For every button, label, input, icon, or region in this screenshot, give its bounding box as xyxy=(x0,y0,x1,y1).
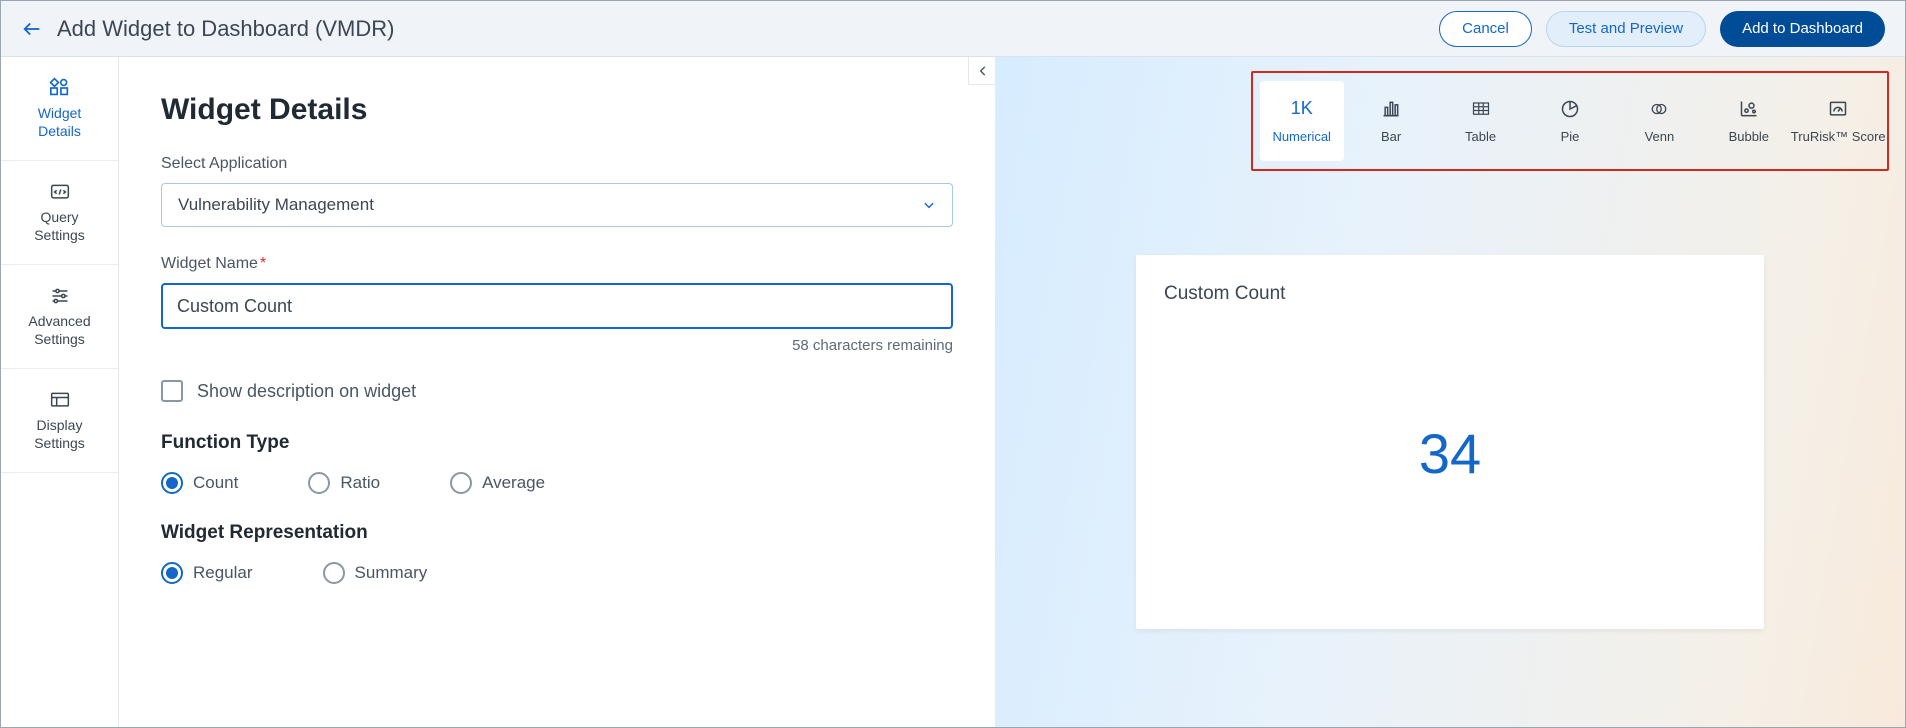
type-label: Numerical xyxy=(1272,129,1331,144)
radio-label: Ratio xyxy=(340,473,380,493)
main: Widget Details Query Settings Advanced S… xyxy=(1,57,1905,727)
widget-name-label-text: Widget Name xyxy=(161,255,258,272)
table-icon xyxy=(1469,99,1493,119)
radio-count[interactable]: Count xyxy=(161,472,238,494)
show-description-checkbox[interactable] xyxy=(161,380,183,402)
type-bubble[interactable]: Bubble xyxy=(1707,81,1791,161)
sidebar-item-display-settings[interactable]: Display Settings xyxy=(1,369,118,473)
show-description-row: Show description on widget xyxy=(161,380,953,402)
page-title: Add Widget to Dashboard (VMDR) xyxy=(57,16,394,42)
preview-card: Custom Count 34 xyxy=(1136,255,1764,629)
bar-chart-icon xyxy=(1379,99,1403,119)
sidebar-item-label: Advanced Settings xyxy=(28,313,90,348)
show-description-label: Show description on widget xyxy=(197,381,416,402)
preview-number-wrap: 34 xyxy=(1164,305,1736,601)
radio-label: Regular xyxy=(193,563,253,583)
select-application-dropdown[interactable]: Vulnerability Management xyxy=(161,183,953,227)
select-application-value: Vulnerability Management xyxy=(178,195,374,215)
add-to-dashboard-button[interactable]: Add to Dashboard xyxy=(1720,11,1885,47)
type-numerical[interactable]: 1K Numerical xyxy=(1260,81,1344,161)
type-label: Venn xyxy=(1645,129,1675,144)
cancel-button[interactable]: Cancel xyxy=(1439,11,1532,47)
widget-type-bar: 1K Numerical Bar Table xyxy=(1251,71,1889,171)
test-preview-button[interactable]: Test and Preview xyxy=(1546,11,1706,47)
radio-icon xyxy=(161,562,183,584)
function-type-heading: Function Type xyxy=(161,432,953,454)
radio-icon xyxy=(161,472,183,494)
bubble-chart-icon xyxy=(1737,99,1761,119)
header-bar: Add Widget to Dashboard (VMDR) Cancel Te… xyxy=(1,1,1905,57)
radio-average[interactable]: Average xyxy=(450,472,545,494)
sidebar-item-query-settings[interactable]: Query Settings xyxy=(1,161,118,265)
preview-number: 34 xyxy=(1419,421,1481,486)
collapse-handle[interactable] xyxy=(968,57,996,85)
gauge-icon xyxy=(1826,99,1850,119)
header-left: Add Widget to Dashboard (VMDR) xyxy=(21,16,394,42)
form-panel: Widget Details Select Application Vulner… xyxy=(119,57,995,727)
widget-name-input[interactable] xyxy=(161,283,953,329)
radio-icon xyxy=(308,472,330,494)
type-label: Bar xyxy=(1381,129,1401,144)
type-label: TruRisk™ Score xyxy=(1791,129,1886,144)
sidebar-item-label: Query Settings xyxy=(34,209,85,244)
form-title: Widget Details xyxy=(161,93,953,127)
required-star: * xyxy=(260,255,266,272)
radio-ratio[interactable]: Ratio xyxy=(308,472,380,494)
sliders-icon xyxy=(47,285,73,307)
type-bar[interactable]: Bar xyxy=(1349,81,1433,161)
type-label: Pie xyxy=(1561,129,1580,144)
radio-label: Summary xyxy=(355,563,428,583)
radio-summary[interactable]: Summary xyxy=(323,562,428,584)
preview-panel: 1K Numerical Bar Table xyxy=(995,57,1905,727)
venn-icon xyxy=(1647,99,1671,119)
preview-card-title: Custom Count xyxy=(1164,283,1736,305)
type-trurisk-score[interactable]: TruRisk™ Score xyxy=(1796,81,1880,161)
type-pie[interactable]: Pie xyxy=(1528,81,1612,161)
widget-representation-radios: Regular Summary xyxy=(161,562,953,584)
type-venn[interactable]: Venn xyxy=(1617,81,1701,161)
select-application-label: Select Application xyxy=(161,155,953,173)
code-icon xyxy=(47,181,73,203)
widget-name-label: Widget Name* xyxy=(161,255,953,273)
radio-icon xyxy=(450,472,472,494)
sidebar: Widget Details Query Settings Advanced S… xyxy=(1,57,119,727)
radio-regular[interactable]: Regular xyxy=(161,562,253,584)
numerical-icon: 1K xyxy=(1290,99,1314,119)
sidebar-item-label: Widget Details xyxy=(38,105,82,140)
widget-representation-heading: Widget Representation xyxy=(161,522,953,544)
type-label: Table xyxy=(1465,129,1496,144)
radio-label: Count xyxy=(193,473,238,493)
pie-chart-icon xyxy=(1558,99,1582,119)
function-type-radios: Count Ratio Average xyxy=(161,472,953,494)
radio-label: Average xyxy=(482,473,545,493)
widget-details-icon xyxy=(47,77,73,99)
layout-icon xyxy=(47,389,73,411)
radio-icon xyxy=(323,562,345,584)
type-table[interactable]: Table xyxy=(1439,81,1523,161)
sidebar-item-widget-details[interactable]: Widget Details xyxy=(1,57,118,161)
header-actions: Cancel Test and Preview Add to Dashboard xyxy=(1439,11,1885,47)
sidebar-item-label: Display Settings xyxy=(34,417,85,452)
chars-remaining: 58 characters remaining xyxy=(161,337,953,354)
sidebar-item-advanced-settings[interactable]: Advanced Settings xyxy=(1,265,118,369)
chevron-down-icon xyxy=(922,198,936,212)
back-arrow-icon[interactable] xyxy=(21,18,43,40)
type-label: Bubble xyxy=(1729,129,1769,144)
